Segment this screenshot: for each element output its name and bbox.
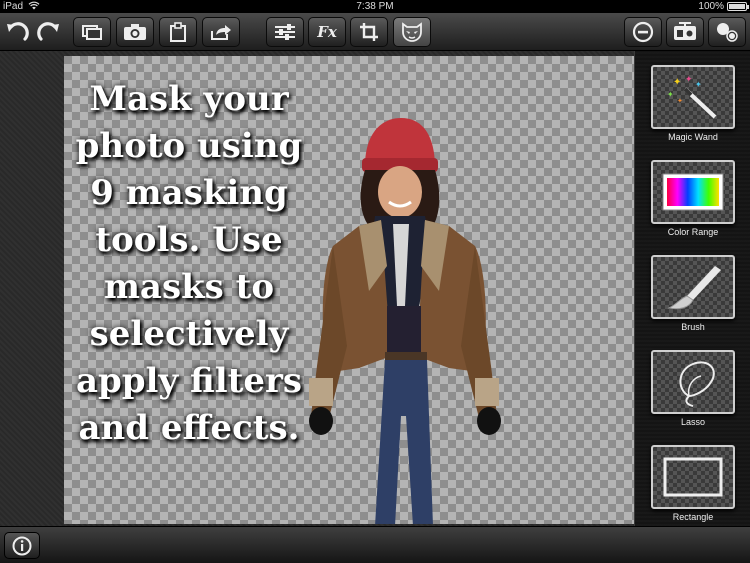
caption-text: Mask your photo using 9 masking tools. U…	[75, 79, 303, 448]
fx-label: Fx	[317, 23, 337, 41]
workspace: Mask your photo using 9 masking tools. U…	[0, 51, 750, 526]
tool-rectangle[interactable]: Rectangle	[651, 445, 735, 522]
layers-icon	[82, 25, 102, 40]
sliders-icon	[275, 24, 295, 40]
color-range-icon	[651, 160, 735, 224]
crop-icon	[360, 23, 378, 41]
redo-icon	[37, 22, 59, 41]
share-button[interactable]	[202, 17, 240, 47]
info-button[interactable]	[4, 532, 40, 559]
svg-text:✦: ✦	[695, 80, 702, 89]
top-toolbar: Fx	[0, 13, 750, 51]
share-icon	[211, 25, 231, 40]
tool-lasso[interactable]: Lasso	[651, 350, 735, 427]
masking-tools-panel: ✦ ✦ ✦ ✦ ✦ Magic Wand Color Range Brush L…	[634, 51, 750, 526]
clipboard-icon	[170, 22, 186, 42]
brush-icon	[651, 255, 735, 319]
info-icon	[12, 536, 32, 555]
redo-button[interactable]	[34, 17, 64, 47]
tool-label: Color Range	[667, 227, 719, 237]
adjustments-button[interactable]	[266, 17, 304, 47]
remove-button[interactable]	[624, 17, 662, 47]
lasso-icon	[651, 350, 735, 414]
tool-label: Magic Wand	[668, 132, 718, 142]
photo-canvas[interactable]: Mask your photo using 9 masking tools. U…	[64, 56, 634, 524]
effects-button[interactable]: Fx	[308, 17, 346, 47]
blend-circles-icon	[717, 23, 738, 42]
tool-label: Lasso	[680, 417, 706, 427]
undo-icon	[7, 22, 29, 41]
masked-person-photo	[309, 118, 501, 524]
undo-button[interactable]	[2, 17, 32, 47]
tool-color-range[interactable]: Color Range	[651, 160, 735, 237]
compare-icon	[674, 22, 696, 40]
magic-wand-icon: ✦ ✦ ✦ ✦ ✦	[651, 65, 735, 129]
compare-button[interactable]	[666, 17, 704, 47]
tool-label: Brush	[681, 322, 705, 332]
battery-icon	[727, 2, 749, 11]
battery-fill	[729, 4, 745, 9]
camera-button[interactable]	[116, 17, 154, 47]
clipboard-button[interactable]	[159, 17, 197, 47]
camera-icon	[124, 24, 146, 40]
status-time: 7:38 PM	[356, 1, 394, 12]
minus-circle-icon	[632, 21, 654, 43]
svg-text:✦: ✦	[667, 90, 674, 99]
tool-label: Rectangle	[672, 512, 714, 522]
app-window: iPad 7:38 PM 100% Fx Mask your photo usi…	[0, 0, 750, 563]
mask-button[interactable]	[393, 17, 431, 47]
status-bar: iPad 7:38 PM 100%	[0, 0, 750, 13]
blend-button[interactable]	[708, 17, 746, 47]
tool-brush[interactable]: Brush	[651, 255, 735, 332]
crop-button[interactable]	[350, 17, 388, 47]
battery-percent: 100%	[698, 1, 724, 12]
mask-icon	[402, 22, 422, 42]
bottom-toolbar	[0, 526, 750, 563]
svg-text:✦: ✦	[685, 74, 693, 84]
svg-text:✦: ✦	[677, 97, 683, 105]
layers-button[interactable]	[73, 17, 111, 47]
svg-text:✦: ✦	[673, 77, 681, 88]
tool-magic-wand[interactable]: ✦ ✦ ✦ ✦ ✦ Magic Wand	[651, 65, 735, 142]
rectangle-icon	[651, 445, 735, 509]
